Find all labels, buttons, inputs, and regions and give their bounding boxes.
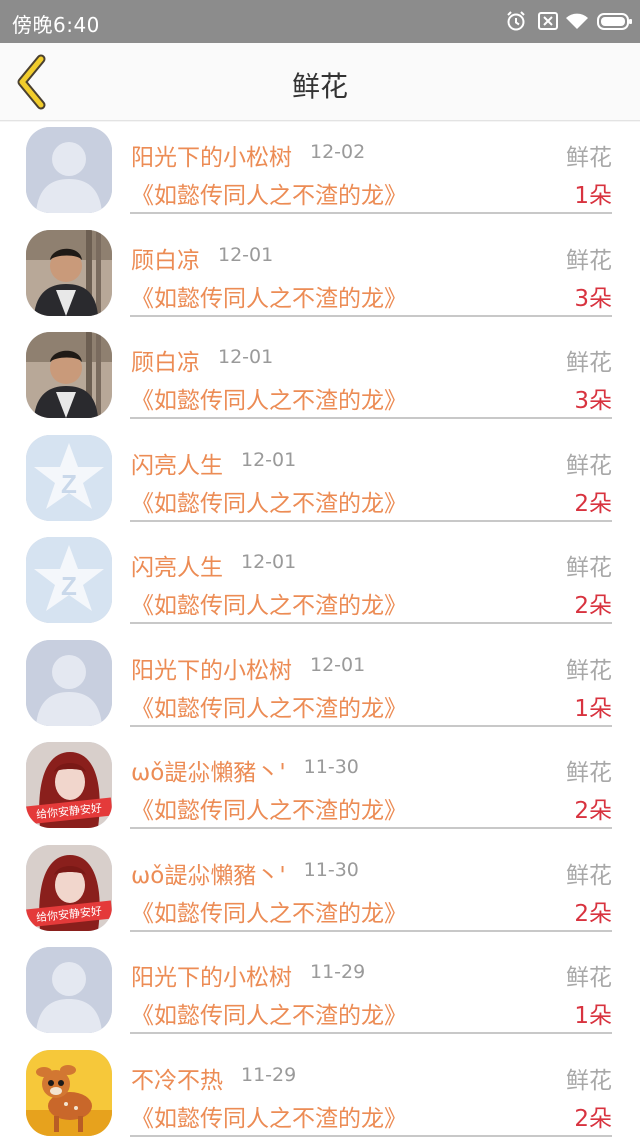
user-name[interactable]: 闪亮人生 <box>131 548 223 582</box>
book-title-link[interactable]: 《如懿传同人之不渣的龙》 <box>131 996 407 1030</box>
row-divider <box>130 1032 612 1034</box>
avatar[interactable] <box>26 947 112 1033</box>
book-title-link[interactable]: 《如懿传同人之不渣的龙》 <box>131 484 407 518</box>
avatar[interactable]: Z <box>26 537 112 623</box>
list-item[interactable]: 阳光下的小松树 12-01 鲜花《如懿传同人之不渣的龙》 1朵 <box>0 635 640 737</box>
user-name[interactable]: ωǒ諟尛懶豬丶' <box>131 753 286 787</box>
flower-count: 2朵 <box>574 900 612 927</box>
status-time: 傍晚6:40 <box>12 13 100 37</box>
flower-count: 2朵 <box>574 593 612 619</box>
gift-type: 鲜花 <box>566 965 612 991</box>
record-date: 12-01 <box>241 448 297 471</box>
avatar[interactable] <box>26 127 112 213</box>
row-divider <box>130 1134 612 1137</box>
row-divider <box>130 519 612 522</box>
flower-record-list[interactable]: 阳光下的小松树 12-02 鲜花 《如懿传同人之不渣的龙》 1朵 顾白凉 12-01 鲜花 《如… <box>0 122 640 1138</box>
book-title-link[interactable]: 《如懿传同人之不渣的龙》 <box>131 1099 407 1133</box>
record-date: 11-29 <box>310 961 366 983</box>
book-title-link[interactable]: 《如懿传同人之不渣的龙》 <box>131 791 407 825</box>
no-sim-icon <box>537 10 559 37</box>
book-title-link[interactable]: 《如懿传同人之不渣的龙》 <box>131 689 407 723</box>
gift-type: 鲜花 <box>566 1067 612 1094</box>
status-bar: 傍晚6:40 <box>0 0 640 43</box>
avatar[interactable]: 给你安静安好 <box>26 844 112 931</box>
record-date: 12-01 <box>310 653 366 676</box>
user-name[interactable]: 不冷不热 <box>131 1061 223 1095</box>
list-item[interactable]: 顾白凉 12-01 鲜花《如懿传同人之不渣的龙》 3朵 <box>0 225 640 327</box>
avatar[interactable] <box>26 1049 112 1136</box>
list-item[interactable]: 给你安静安好 ωǒ諟尛懶豬丶' 11-30 鲜花《如懿传同人之不渣的龙》 2朵 <box>0 737 640 839</box>
list-item[interactable]: Z 闪亮人生 12-01 鲜花《如懿传同人之不渣的龙》 2朵 <box>0 430 640 532</box>
wifi-icon <box>565 10 589 37</box>
user-name[interactable]: 阳光下的小松树 <box>131 138 292 172</box>
record-date: 12-02 <box>310 141 366 163</box>
gift-type: 鲜花 <box>566 862 612 889</box>
list-item[interactable]: 阳光下的小松树 11-29 鲜花《如懿传同人之不渣的龙》 1朵 <box>0 942 640 1044</box>
gift-type: 鲜花 <box>566 760 612 786</box>
gift-type: 鲜花 <box>566 555 612 581</box>
gift-type: 鲜花 <box>566 452 612 479</box>
gift-type: 鲜花 <box>566 247 612 274</box>
nav-bar: 鲜花 <box>0 43 640 121</box>
list-item[interactable]: 不冷不热 11-29 鲜花《如懿传同人之不渣的龙》 2朵 <box>0 1045 640 1138</box>
gift-type: 鲜花 <box>566 350 612 376</box>
row-divider <box>130 314 612 317</box>
flower-count: 3朵 <box>574 285 612 312</box>
row-divider <box>130 724 612 727</box>
user-name[interactable]: ωǒ諟尛懶豬丶' <box>131 856 286 890</box>
gift-type: 鲜花 <box>566 145 612 171</box>
list-item[interactable]: Z 闪亮人生 12-01 鲜花《如懿传同人之不渣的龙》 2朵 <box>0 532 640 634</box>
row-divider <box>130 417 612 419</box>
list-item[interactable]: 顾白凉 12-01 鲜花《如懿传同人之不渣的龙》 3朵 <box>0 327 640 429</box>
flower-count: 2朵 <box>574 1105 612 1132</box>
row-divider <box>130 212 612 214</box>
record-date: 11-30 <box>303 756 359 778</box>
gift-type: 鲜花 <box>566 657 612 684</box>
flower-count: 2朵 <box>574 490 612 517</box>
avatar[interactable] <box>26 332 112 418</box>
flower-count: 1朵 <box>574 695 612 722</box>
row-divider <box>130 929 612 932</box>
svg-text:Z: Z <box>61 469 77 499</box>
flower-count: 3朵 <box>574 388 612 414</box>
row-divider <box>130 827 612 829</box>
user-name[interactable]: 阳光下的小松树 <box>131 651 292 685</box>
page-title: 鲜花 <box>291 70 348 103</box>
record-date: 12-01 <box>241 551 297 573</box>
book-title-link[interactable]: 《如懿传同人之不渣的龙》 <box>131 381 407 415</box>
status-icons <box>505 10 633 37</box>
record-date: 11-30 <box>303 858 359 881</box>
avatar[interactable]: 给你安静安好 <box>26 742 112 828</box>
flower-count: 1朵 <box>574 1003 612 1029</box>
avatar[interactable] <box>26 229 112 316</box>
row-divider <box>130 622 612 624</box>
user-name[interactable]: 阳光下的小松树 <box>131 958 292 992</box>
flower-count: 1朵 <box>574 183 612 209</box>
alarm-icon <box>505 10 527 37</box>
battery-icon <box>597 10 633 37</box>
record-date: 11-29 <box>241 1063 297 1086</box>
user-name[interactable]: 闪亮人生 <box>131 446 223 480</box>
user-name[interactable]: 顾白凉 <box>131 343 200 377</box>
book-title-link[interactable]: 《如懿传同人之不渣的龙》 <box>131 894 407 928</box>
list-item[interactable]: 给你安静安好 ωǒ諟尛懶豬丶' 11-30 鲜花《如懿传同人之不渣的龙》 2朵 <box>0 840 640 942</box>
book-title-link[interactable]: 《如懿传同人之不渣的龙》 <box>131 279 407 313</box>
avatar[interactable] <box>26 639 112 726</box>
record-date: 12-01 <box>218 243 274 266</box>
avatar[interactable]: Z <box>26 434 112 521</box>
book-title-link[interactable]: 《如懿传同人之不渣的龙》 <box>131 176 407 210</box>
svg-text:Z: Z <box>61 571 77 601</box>
list-item[interactable]: 阳光下的小松树 12-02 鲜花《如懿传同人之不渣的龙》 1朵 <box>0 122 640 224</box>
record-date: 12-01 <box>218 346 274 368</box>
flower-count: 2朵 <box>574 798 612 824</box>
user-name[interactable]: 顾白凉 <box>131 241 200 275</box>
book-title-link[interactable]: 《如懿传同人之不渣的龙》 <box>131 586 407 620</box>
